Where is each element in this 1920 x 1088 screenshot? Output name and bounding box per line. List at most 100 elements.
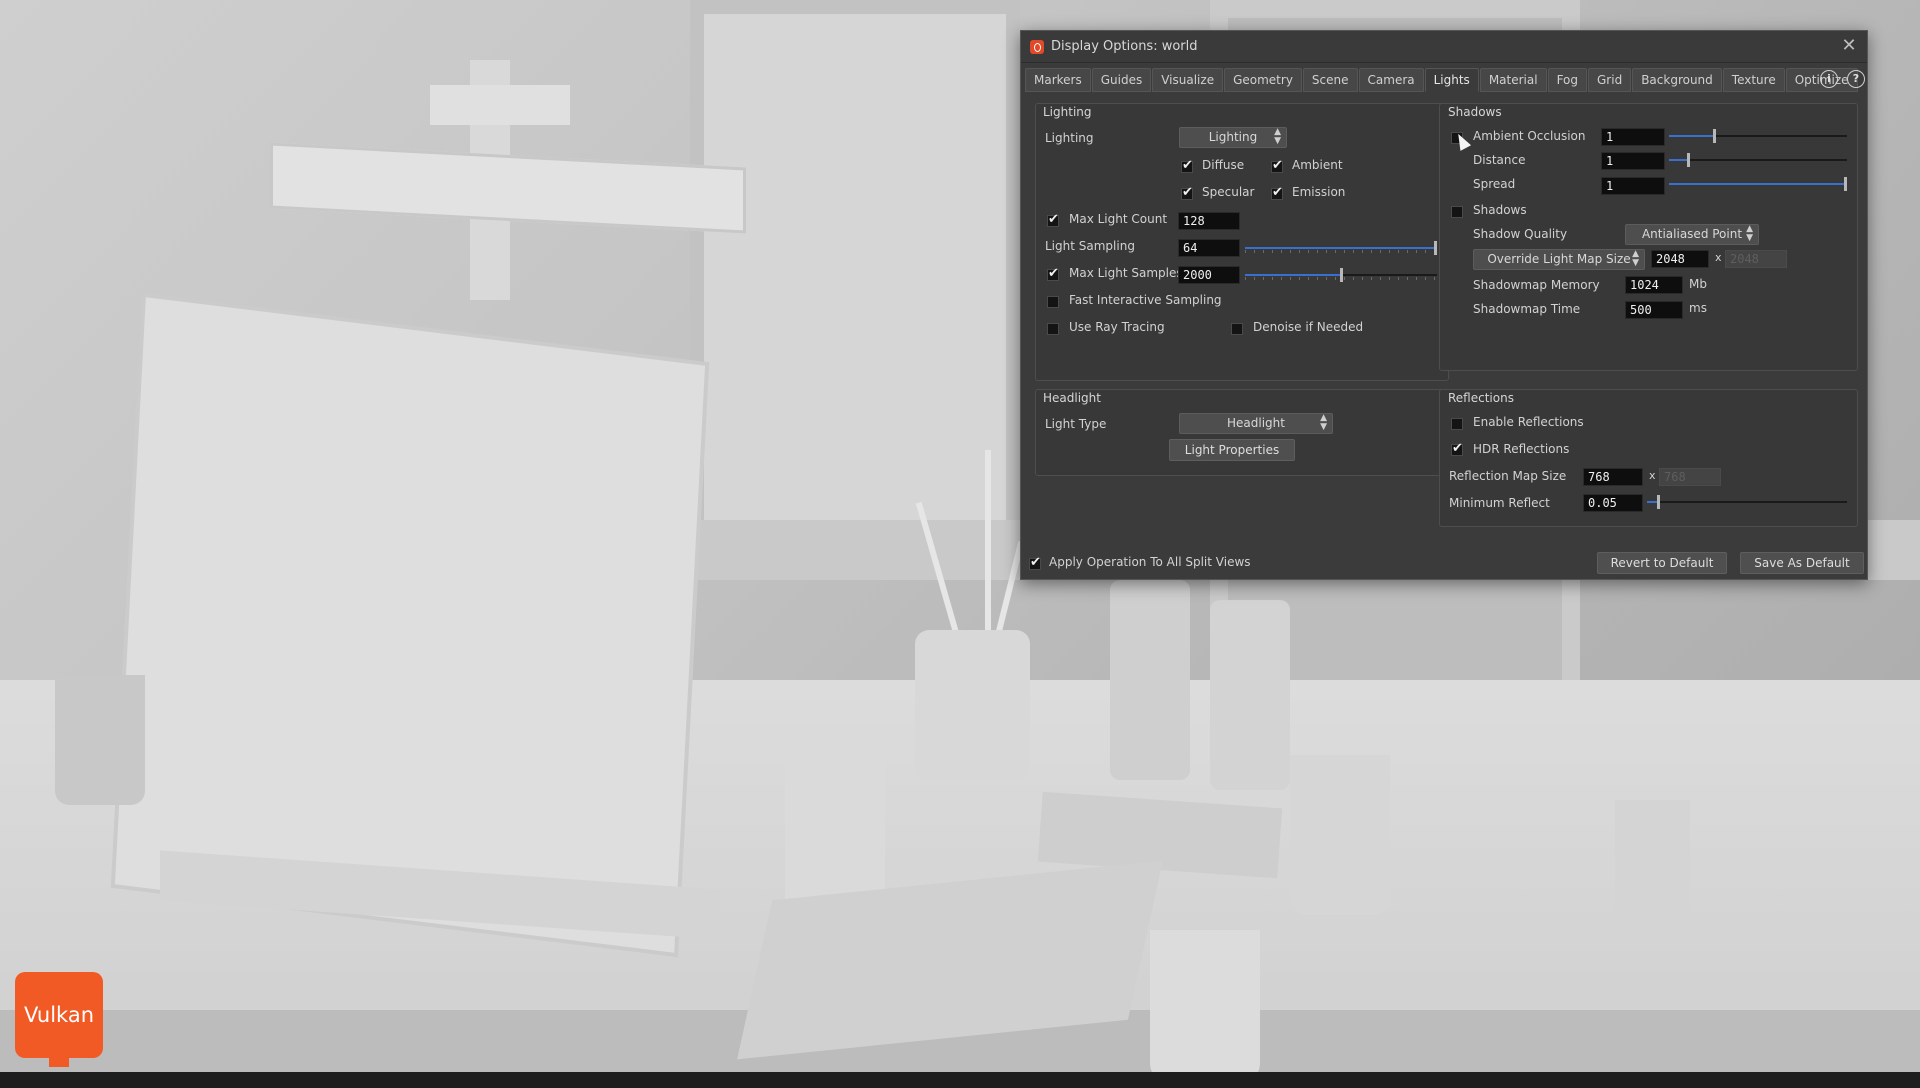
- enable-reflections-checkbox[interactable]: [1451, 418, 1463, 430]
- shadowmap-memory-field[interactable]: 1024: [1625, 276, 1683, 294]
- shadowmap-memory-unit: Mb: [1689, 277, 1707, 291]
- lighting-combo-value: Lighting: [1208, 130, 1258, 144]
- tab-geometry[interactable]: Geometry: [1224, 68, 1302, 92]
- max-light-samples-slider[interactable]: [1245, 268, 1437, 282]
- info-icon[interactable]: i: [1820, 70, 1838, 88]
- revert-to-default-button[interactable]: Revert to Default: [1597, 552, 1727, 574]
- vulkan-label: Vulkan: [23, 1003, 95, 1027]
- tab-fog[interactable]: Fog: [1547, 68, 1587, 92]
- override-light-map-combo[interactable]: Override Light Map Size ▲ ▼: [1473, 249, 1645, 270]
- shadow-quality-value: Antialiased Point: [1641, 227, 1743, 241]
- houdini-icon: [1030, 39, 1044, 54]
- tab-guides[interactable]: Guides: [1091, 68, 1152, 92]
- diffuse-label: Diffuse: [1202, 158, 1245, 172]
- headlight-group-title: Headlight: [1043, 391, 1101, 405]
- updown-arrow-icon: ▲ ▼: [1632, 249, 1639, 268]
- distance-field[interactable]: 1: [1601, 152, 1665, 170]
- tab-lights[interactable]: Lights: [1424, 68, 1479, 92]
- easel-top: [270, 142, 746, 234]
- distance-slider[interactable]: [1669, 153, 1847, 167]
- hdr-reflections-checkbox[interactable]: [1451, 441, 1463, 456]
- save-as-default-button[interactable]: Save As Default: [1740, 552, 1864, 574]
- lighting-label: Lighting: [1045, 131, 1094, 145]
- window-frame: [690, 0, 1020, 560]
- tab-camera[interactable]: Camera: [1358, 68, 1424, 92]
- dialog-title: Display Options: world: [1051, 39, 1198, 54]
- emission-label: Emission: [1292, 185, 1346, 199]
- cup-left: [55, 675, 145, 805]
- emission-checkbox[interactable]: [1271, 185, 1283, 200]
- help-icon[interactable]: ?: [1847, 70, 1865, 88]
- shadowmap-time-unit: ms: [1689, 301, 1707, 315]
- close-icon[interactable]: ✕: [1839, 36, 1859, 56]
- shadow-quality-combo[interactable]: Antialiased Point ▲ ▼: [1625, 224, 1759, 245]
- tab-bar: Markers Guides Visualize Geometry Scene …: [1025, 68, 1859, 92]
- spread-slider[interactable]: [1669, 177, 1847, 191]
- light-type-combo[interactable]: Headlight ▲ ▼: [1179, 413, 1333, 434]
- tab-texture[interactable]: Texture: [1722, 68, 1785, 92]
- light-sampling-slider[interactable]: [1245, 241, 1437, 255]
- light-map-size-separator: x: [1715, 251, 1722, 264]
- fast-interactive-checkbox[interactable]: [1047, 296, 1059, 308]
- max-light-samples-label: Max Light Samples: [1069, 266, 1183, 280]
- minimum-reflect-field[interactable]: 0.05: [1583, 494, 1643, 512]
- updown-arrow-icon: ▲ ▼: [1746, 224, 1753, 243]
- shadowmap-time-field[interactable]: 500: [1625, 301, 1683, 319]
- light-sampling-field[interactable]: 64: [1178, 239, 1240, 257]
- light-type-value: Headlight: [1227, 416, 1285, 430]
- tab-background[interactable]: Background: [1632, 68, 1722, 92]
- mug-front: [1150, 930, 1260, 1080]
- brush-jar: [915, 630, 1030, 780]
- denoise-checkbox[interactable]: [1231, 323, 1243, 335]
- apply-all-split-views-checkbox[interactable]: [1029, 555, 1041, 570]
- fast-interactive-label: Fast Interactive Sampling: [1069, 293, 1222, 307]
- specular-checkbox[interactable]: [1181, 185, 1193, 200]
- ambient-checkbox[interactable]: [1271, 158, 1283, 173]
- max-light-count-label: Max Light Count: [1069, 212, 1168, 226]
- reflection-map-size-field-2: 768: [1659, 468, 1721, 486]
- easel-arm: [430, 85, 570, 125]
- max-light-samples-checkbox[interactable]: [1047, 266, 1059, 281]
- tab-material[interactable]: Material: [1479, 68, 1547, 92]
- use-ray-tracing-checkbox[interactable]: [1047, 323, 1059, 335]
- dialog-titlebar[interactable]: Display Options: world: [1021, 31, 1867, 63]
- light-sampling-label: Light Sampling: [1045, 239, 1135, 253]
- ambient-label: Ambient: [1292, 158, 1343, 172]
- max-light-count-checkbox[interactable]: [1047, 212, 1059, 227]
- minimum-reflect-label: Minimum Reflect: [1449, 496, 1550, 510]
- tab-visualize[interactable]: Visualize: [1152, 68, 1224, 92]
- reflections-group-title: Reflections: [1448, 391, 1514, 405]
- reflection-map-size-field[interactable]: 768: [1583, 468, 1643, 486]
- tab-scene[interactable]: Scene: [1302, 68, 1358, 92]
- max-light-count-field[interactable]: 128: [1178, 212, 1240, 230]
- hdr-reflections-label: HDR Reflections: [1473, 442, 1570, 456]
- tab-markers[interactable]: Markers: [1025, 68, 1091, 92]
- bottle: [1110, 580, 1190, 780]
- updown-arrow-icon: ▲ ▼: [1274, 127, 1281, 146]
- shadowmap-memory-label: Shadowmap Memory: [1473, 278, 1600, 292]
- spread-field[interactable]: 1: [1601, 177, 1665, 195]
- shadow-quality-label: Shadow Quality: [1473, 227, 1568, 241]
- denoise-label: Denoise if Needed: [1253, 320, 1364, 334]
- minimum-reflect-slider[interactable]: [1647, 495, 1847, 509]
- tab-grid[interactable]: Grid: [1588, 68, 1632, 92]
- distance-label: Distance: [1473, 153, 1526, 167]
- light-map-size-field[interactable]: 2048: [1651, 250, 1709, 268]
- ambient-occlusion-slider[interactable]: [1669, 129, 1847, 143]
- display-options-dialog: Display Options: world ✕ Markers Guides …: [1020, 30, 1868, 580]
- enable-reflections-label: Enable Reflections: [1473, 415, 1584, 429]
- lighting-combo[interactable]: Lighting ▲ ▼: [1179, 127, 1287, 148]
- apply-all-split-views-label: Apply Operation To All Split Views: [1049, 555, 1251, 569]
- max-light-samples-field[interactable]: 2000: [1178, 266, 1240, 284]
- shadows-checkbox[interactable]: [1451, 206, 1463, 218]
- light-type-label: Light Type: [1045, 417, 1107, 431]
- ambient-occlusion-field[interactable]: 1: [1601, 128, 1665, 146]
- ambient-occlusion-label: Ambient Occlusion: [1473, 129, 1586, 143]
- light-properties-button[interactable]: Light Properties: [1169, 439, 1295, 461]
- shadows-label: Shadows: [1473, 203, 1527, 217]
- reflection-map-size-separator: x: [1649, 469, 1656, 482]
- diffuse-checkbox[interactable]: [1181, 158, 1193, 173]
- updown-arrow-icon: ▲ ▼: [1320, 413, 1327, 432]
- bottle: [1210, 600, 1290, 790]
- lighting-group-title: Lighting: [1043, 105, 1092, 119]
